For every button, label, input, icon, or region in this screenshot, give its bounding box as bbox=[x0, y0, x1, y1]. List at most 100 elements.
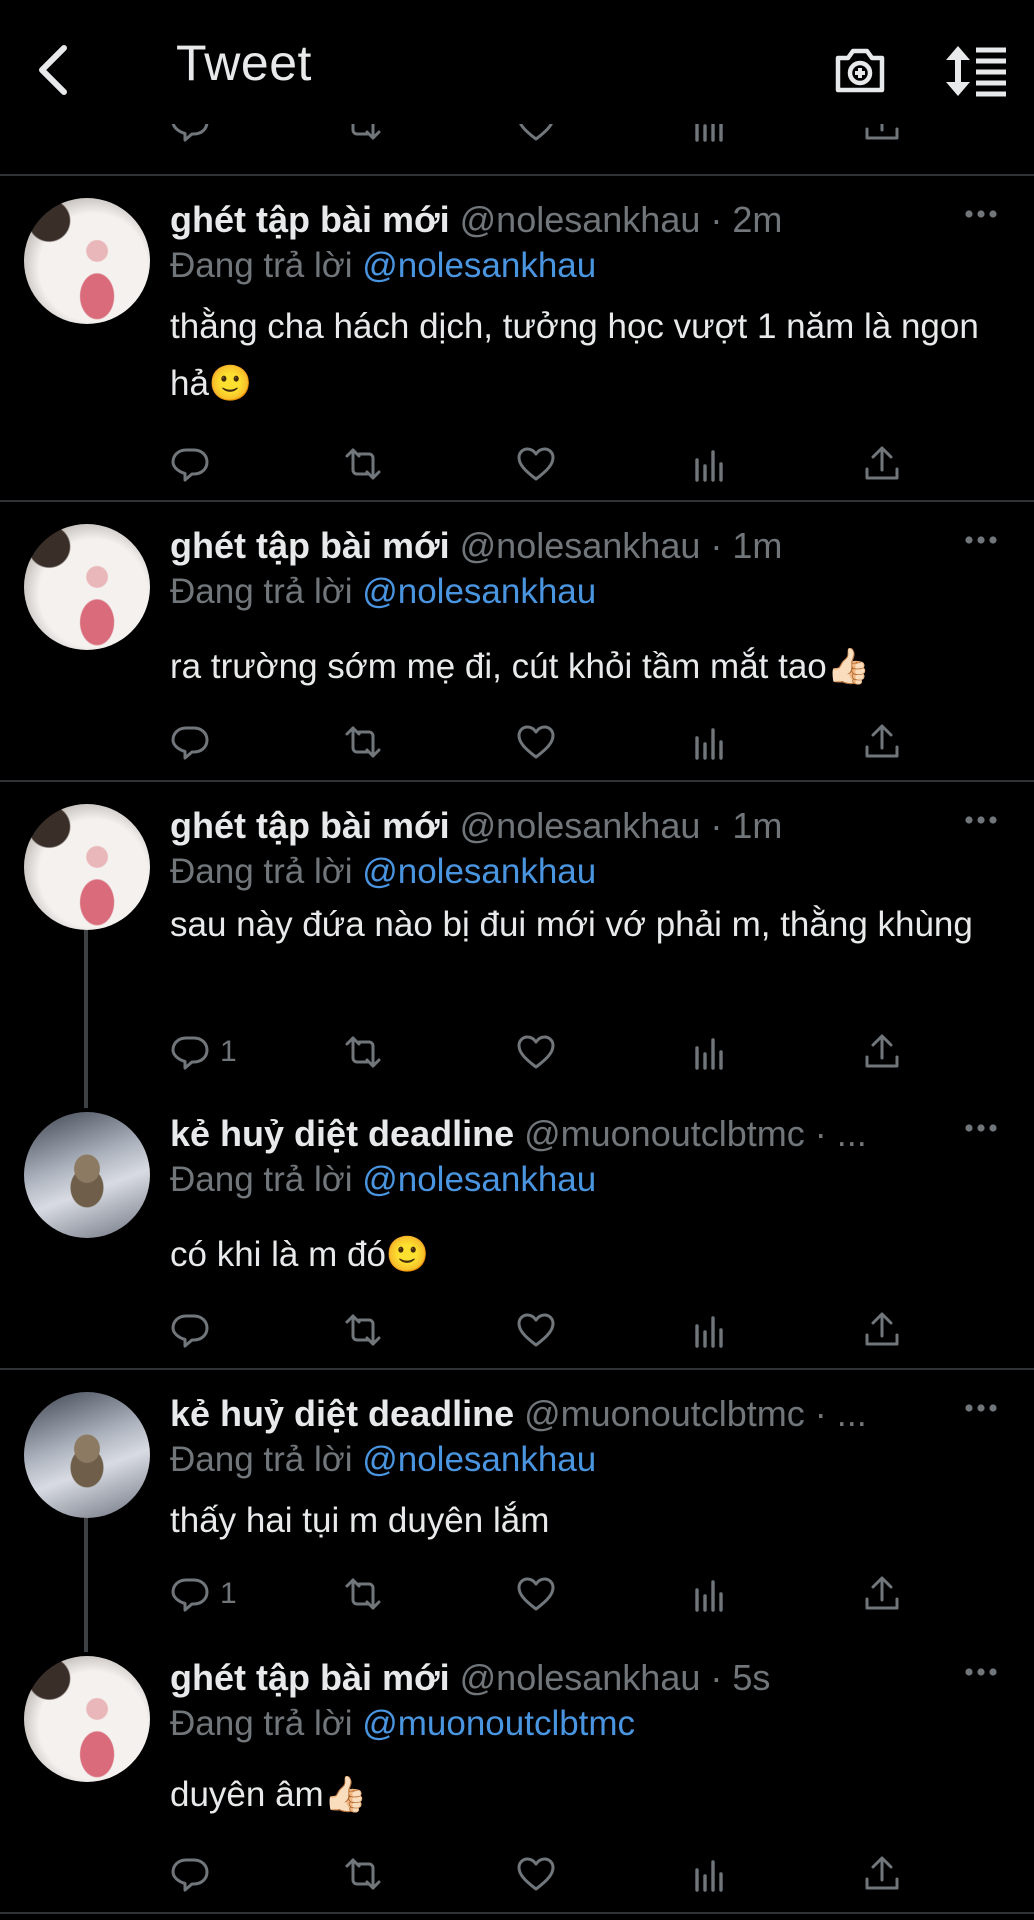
share-button[interactable] bbox=[862, 1308, 902, 1352]
thread-line bbox=[84, 1518, 88, 1652]
like-button[interactable] bbox=[516, 1308, 556, 1352]
share-icon bbox=[862, 722, 902, 762]
thread-line bbox=[84, 930, 88, 1108]
display-name[interactable]: kẻ huỷ diệt deadline bbox=[170, 1113, 514, 1154]
mention-link[interactable]: @nolesankhau bbox=[362, 1440, 596, 1479]
retweet-button[interactable] bbox=[343, 720, 383, 764]
add-photo-icon[interactable] bbox=[832, 42, 888, 98]
reply-button[interactable]: 1 bbox=[170, 1572, 237, 1616]
divider bbox=[0, 780, 1034, 782]
reply-context: Đang trả lời @nolesankhau bbox=[170, 1440, 597, 1479]
divider bbox=[0, 174, 1034, 176]
reply-context: Đang trả lời @nolesankhau bbox=[170, 852, 597, 891]
tweet-text: thằng cha hách dịch, tưởng học vượt 1 nă… bbox=[170, 307, 979, 403]
retweet-button[interactable] bbox=[343, 442, 383, 486]
tweet-actions bbox=[170, 1308, 910, 1352]
mention-link[interactable]: @nolesankhau bbox=[362, 1160, 596, 1199]
more-icon[interactable] bbox=[964, 1666, 998, 1678]
mention-link[interactable]: @muonoutclbtmc bbox=[362, 1704, 635, 1743]
reply-button[interactable] bbox=[170, 442, 220, 486]
share-icon[interactable] bbox=[862, 124, 902, 144]
share-icon bbox=[862, 1310, 902, 1350]
like-button[interactable] bbox=[516, 442, 556, 486]
display-name[interactable]: kẻ huỷ diệt deadline bbox=[170, 1393, 514, 1434]
share-button[interactable] bbox=[862, 442, 902, 486]
tweet-actions: 1 bbox=[170, 1572, 910, 1616]
mention-link[interactable]: @nolesankhau bbox=[362, 246, 596, 285]
back-arrow-icon[interactable] bbox=[30, 40, 80, 100]
display-name[interactable]: ghét tập bài mới bbox=[170, 1657, 450, 1698]
more-icon[interactable] bbox=[964, 208, 998, 220]
mention-link[interactable]: @nolesankhau bbox=[362, 852, 596, 891]
retweet-icon bbox=[343, 444, 383, 484]
analytics-button[interactable] bbox=[690, 1308, 730, 1352]
analytics-button[interactable] bbox=[690, 1572, 730, 1616]
divider bbox=[0, 1368, 1034, 1370]
like-icon bbox=[516, 1310, 556, 1350]
analytics-button[interactable] bbox=[690, 442, 730, 486]
display-name[interactable]: ghét tập bài mới bbox=[170, 199, 450, 240]
retweet-button[interactable] bbox=[343, 1572, 383, 1616]
more-icon[interactable] bbox=[964, 1122, 998, 1134]
display-name[interactable]: ghét tập bài mới bbox=[170, 805, 450, 846]
reply-button[interactable] bbox=[170, 1852, 220, 1896]
avatar[interactable] bbox=[24, 524, 150, 650]
reply-context: Đang trả lời @nolesankhau bbox=[170, 572, 597, 611]
retweet-button[interactable] bbox=[343, 1030, 383, 1074]
like-icon bbox=[516, 1574, 556, 1614]
like-button[interactable] bbox=[516, 720, 556, 764]
display-name[interactable]: ghét tập bài mới bbox=[170, 525, 450, 566]
retweet-icon bbox=[343, 1574, 383, 1614]
analytics-icon bbox=[690, 1574, 730, 1614]
reply-button[interactable]: 1 bbox=[170, 1030, 237, 1074]
like-icon bbox=[516, 722, 556, 762]
like-icon bbox=[516, 1032, 556, 1072]
avatar[interactable] bbox=[24, 1112, 150, 1238]
avatar[interactable] bbox=[24, 1656, 150, 1782]
top-bar: Tweet bbox=[0, 0, 1034, 136]
tweet-actions bbox=[170, 1852, 910, 1896]
analytics-icon[interactable] bbox=[690, 124, 730, 144]
share-button[interactable] bbox=[862, 720, 902, 764]
avatar[interactable] bbox=[24, 1392, 150, 1518]
share-icon bbox=[862, 1032, 902, 1072]
share-icon bbox=[862, 1574, 902, 1614]
like-button[interactable] bbox=[516, 1852, 556, 1896]
reply-button[interactable] bbox=[170, 720, 220, 764]
analytics-icon bbox=[690, 444, 730, 484]
avatar[interactable] bbox=[24, 198, 150, 324]
retweet-button[interactable] bbox=[343, 1308, 383, 1352]
reply-button[interactable] bbox=[170, 1308, 220, 1352]
reply-icon bbox=[170, 722, 210, 762]
divider bbox=[0, 1912, 1034, 1914]
analytics-button[interactable] bbox=[690, 1852, 730, 1896]
analytics-button[interactable] bbox=[690, 1030, 730, 1074]
retweet-icon[interactable] bbox=[343, 124, 383, 144]
tweet-text: sau này đứa nào bị đui mới vớ phải m, th… bbox=[170, 905, 973, 944]
analytics-button[interactable] bbox=[690, 720, 730, 764]
like-icon bbox=[516, 444, 556, 484]
analytics-icon bbox=[690, 1032, 730, 1072]
divider bbox=[0, 500, 1034, 502]
analytics-icon bbox=[690, 1310, 730, 1350]
more-icon[interactable] bbox=[964, 814, 998, 826]
more-icon[interactable] bbox=[964, 534, 998, 546]
reply-icon bbox=[170, 1310, 210, 1350]
retweet-icon bbox=[343, 1032, 383, 1072]
reply-icon[interactable] bbox=[170, 124, 210, 144]
share-button[interactable] bbox=[862, 1572, 902, 1616]
like-icon[interactable] bbox=[516, 124, 556, 144]
mention-link[interactable]: @nolesankhau bbox=[362, 572, 596, 611]
more-icon[interactable] bbox=[964, 1402, 998, 1414]
share-button[interactable] bbox=[862, 1852, 902, 1896]
retweet-button[interactable] bbox=[343, 1852, 383, 1896]
avatar[interactable] bbox=[24, 804, 150, 930]
page-title: Tweet bbox=[176, 35, 312, 91]
like-button[interactable] bbox=[516, 1572, 556, 1616]
share-button[interactable] bbox=[862, 1030, 902, 1074]
like-button[interactable] bbox=[516, 1030, 556, 1074]
reply-icon bbox=[170, 1574, 210, 1614]
tweet-text: có khi là m đó🙂 bbox=[170, 1235, 430, 1274]
sort-icon[interactable] bbox=[944, 44, 1008, 98]
analytics-icon bbox=[690, 1854, 730, 1894]
